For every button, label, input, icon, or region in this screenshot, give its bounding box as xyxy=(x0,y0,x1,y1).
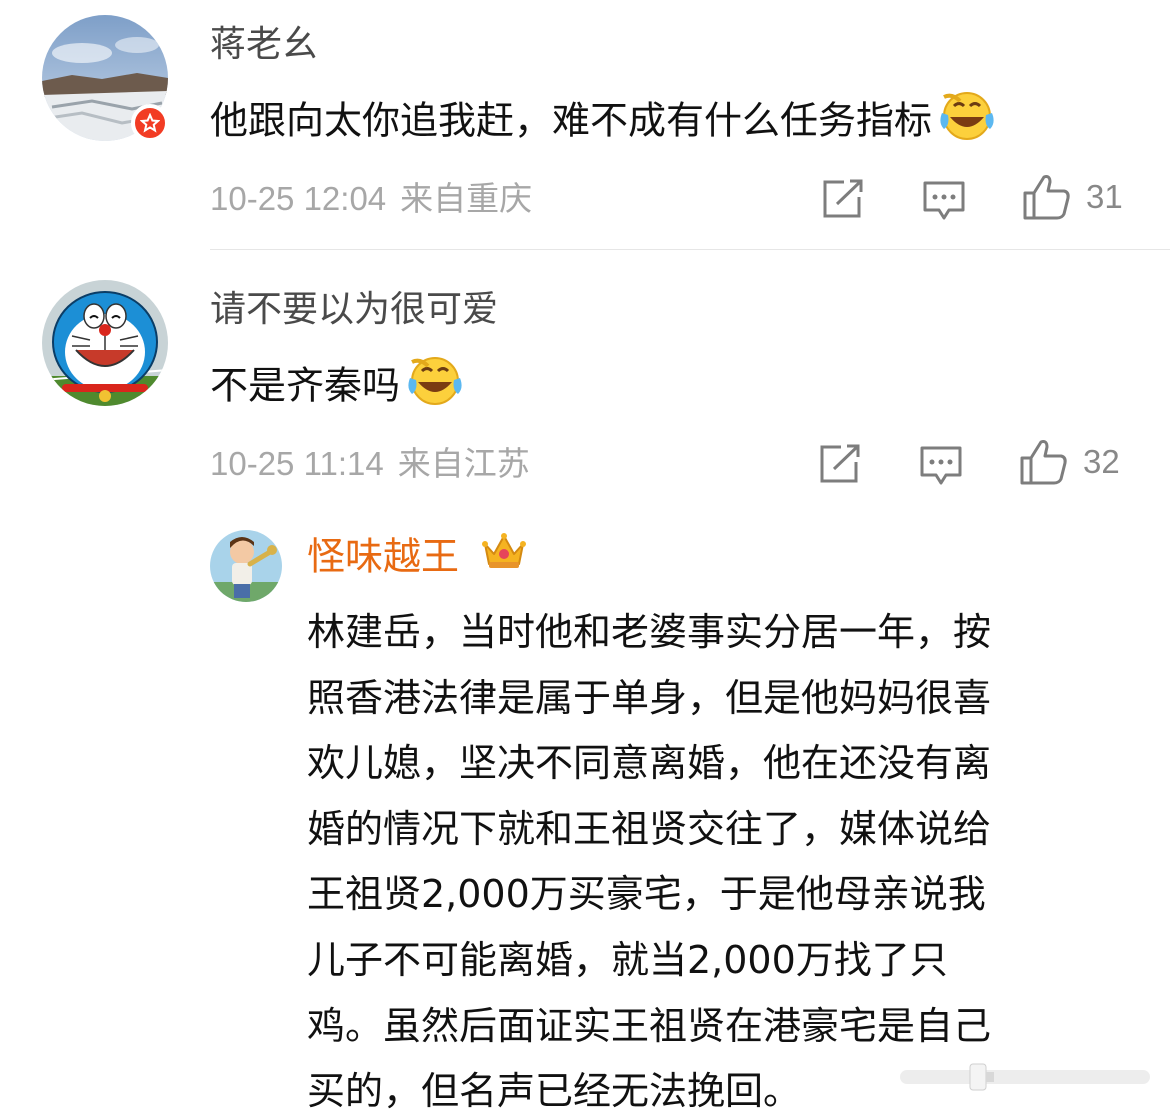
reply-text-line: 儿子不可能离婚，就当2,000万找了只 xyxy=(307,937,948,982)
comment-button[interactable] xyxy=(922,180,966,222)
comment-location: 来自江苏 xyxy=(397,445,530,482)
like-icon xyxy=(1020,440,1067,485)
laughing-crying-emoji-icon xyxy=(938,91,996,147)
user-avatar[interactable] xyxy=(42,280,168,406)
reply-text-line: 婚的情况下就和王祖贤交往了，媒体说给 xyxy=(307,806,992,851)
reply-username[interactable]: 怪味越王 xyxy=(307,533,527,582)
comment-icon xyxy=(923,181,965,220)
comment-location: 来自重庆 xyxy=(400,180,533,217)
comment-meta: 10-25 12:04 来自重庆 xyxy=(210,182,532,215)
comment-item: 蒋老幺 他跟向太你追我赶，难不成有什么任务指标 10-25 12:04 来自重庆 xyxy=(0,0,1170,250)
like-count: 31 xyxy=(1086,178,1123,215)
reply-text-line: 林建岳，当时他和老婆事实分居一年，按 xyxy=(307,610,992,654)
reply-text-line: 鸡。虽然后面证实王祖贤在港豪宅是自己 xyxy=(307,1003,992,1048)
reply-text-line: 欢儿媳，坚决不同意离婚，他在还没有离 xyxy=(307,741,992,786)
comment-text: 他跟向太你追我赶，难不成有什么任务指标 xyxy=(210,92,996,151)
username[interactable]: 蒋老幺 xyxy=(210,27,318,63)
like-button[interactable]: 31 xyxy=(1022,173,1123,221)
username[interactable]: 请不要以为很可爱 xyxy=(210,292,498,328)
like-button[interactable]: 32 xyxy=(1019,438,1120,486)
comment-date: 10-25 11:14 xyxy=(210,445,384,482)
share-button[interactable] xyxy=(819,444,861,484)
share-icon xyxy=(823,179,863,218)
share-icon xyxy=(820,444,860,483)
comment-meta: 10-25 11:14 来自江苏 xyxy=(210,447,530,480)
comment-item: 请不要以为很可爱 不是齐秦吗 10-25 11:14 来自江苏 32 xyxy=(0,250,1170,510)
comment-date: 10-25 12:04 xyxy=(210,180,387,217)
watermark-image xyxy=(900,1062,1150,1092)
like-count: 32 xyxy=(1083,443,1120,480)
reply-text-line: 王祖贤2,000万买豪宅，于是他母亲说我 xyxy=(307,872,986,917)
comment-text-content: 他跟向太你追我赶，难不成有什么任务指标 xyxy=(210,98,933,143)
reply-text-line: 照香港法律是属于单身，但是他妈妈很喜 xyxy=(307,675,992,720)
share-button[interactable] xyxy=(822,179,864,219)
like-icon xyxy=(1023,175,1070,220)
reply-username-text: 怪味越王 xyxy=(307,534,460,579)
verified-badge-icon xyxy=(131,104,169,142)
crown-icon xyxy=(481,532,527,578)
comment-text: 不是齐秦吗 xyxy=(210,357,464,416)
laughing-crying-emoji-icon xyxy=(406,356,464,412)
reply-user-avatar[interactable] xyxy=(210,530,282,602)
comment-icon xyxy=(920,446,962,485)
comment-button[interactable] xyxy=(919,445,963,487)
comment-text-content: 不是齐秦吗 xyxy=(210,363,401,408)
reply-text: 林建岳，当时他和老婆事实分居一年，按 照香港法律是属于单身，但是他妈妈很喜 欢儿… xyxy=(307,600,1127,1110)
